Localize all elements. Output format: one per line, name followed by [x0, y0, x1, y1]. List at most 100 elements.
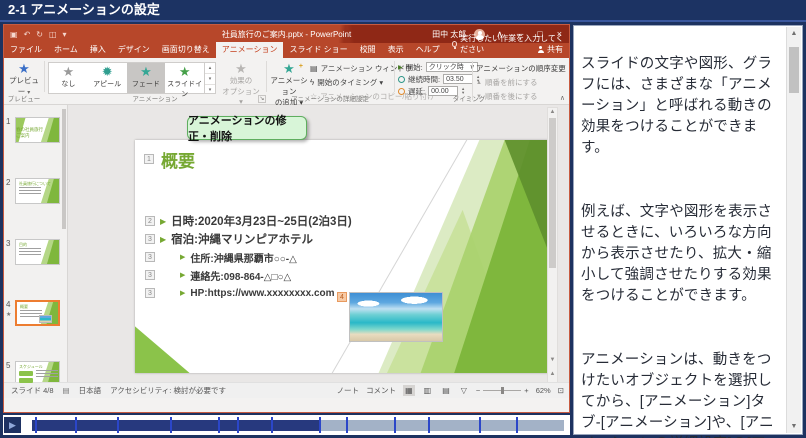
- player-track[interactable]: [32, 420, 564, 431]
- animation-order-tag[interactable]: 2: [145, 216, 155, 226]
- animation-style-icon: ✹: [88, 65, 127, 79]
- anim-appeal[interactable]: ✹ アピール: [88, 63, 127, 93]
- anim-none[interactable]: ★ なし: [49, 63, 88, 93]
- player-tick: [516, 417, 518, 433]
- player-tick: [346, 417, 348, 433]
- bullet-row[interactable]: 3 ▶ HP:https://www.xxxxxxxx.com: [145, 284, 352, 302]
- thumbnail-scrollbar[interactable]: [61, 105, 67, 398]
- bullet-row[interactable]: 3 ▶ 宿泊:沖縄マリンピアホテル: [145, 230, 352, 248]
- duration-label: 継続時間:: [408, 74, 440, 85]
- video-player-bar: ▶: [3, 415, 570, 435]
- duration-input[interactable]: 03.50: [443, 74, 473, 84]
- collapse-ribbon-button[interactable]: ∧: [560, 94, 565, 102]
- view-reading-button[interactable]: ▤: [440, 385, 452, 396]
- animation-gallery: ★ なし ✹ アピール ★ フェード ★ スライドイン ▴ ▾ ▾: [48, 62, 216, 94]
- view-slideshow-button[interactable]: ▽: [459, 385, 469, 396]
- scroll-up-icon[interactable]: ▲: [548, 109, 557, 115]
- zoom-track[interactable]: [483, 390, 521, 391]
- slide-thumbnail-1[interactable]: 1 ★ 春の社員旅行ご案内: [4, 117, 67, 178]
- animation-order-tag[interactable]: 3: [145, 252, 155, 262]
- status-bar: スライド 4/8 ▤ 日本語 アクセシビリティ: 検討が必要です ノート コメン…: [4, 382, 569, 398]
- duration-clock-icon: [398, 76, 405, 83]
- animation-order-tag[interactable]: 1: [144, 154, 154, 164]
- gallery-scroll-up[interactable]: ▴: [205, 63, 215, 73]
- start-icon: ▶: [398, 64, 403, 71]
- slide-body: 2 ▶ 日時:2020年3月23日~25日(2泊3日) 3 ▶ 宿泊:沖縄マリン…: [145, 212, 352, 302]
- powerpoint-window: ▣↶↻◫▾ 社員旅行のご案内.pptx - PowerPoint 田中 太郎 ∧…: [3, 24, 570, 413]
- animation-order-tag[interactable]: 3: [145, 234, 155, 244]
- gallery-scroll-down[interactable]: ▾: [205, 73, 215, 84]
- player-tick: [237, 417, 239, 433]
- mini-text-lines: [19, 187, 41, 196]
- slide-thumbnail-3[interactable]: 3 ★ 目的: [4, 239, 67, 300]
- notes-button[interactable]: ノート: [337, 385, 360, 396]
- beach-photo[interactable]: [349, 292, 443, 342]
- mini-slide-title: 春の社員旅行ご案内: [16, 127, 45, 139]
- view-sorter-button[interactable]: ▥: [422, 385, 434, 396]
- tab-view[interactable]: 表示: [382, 42, 410, 58]
- slide-scrollbar[interactable]: ▲ ▼ ▲ ▼: [547, 107, 558, 396]
- zoom-in-button[interactable]: +: [524, 386, 528, 395]
- fit-to-window-button[interactable]: ⊡: [558, 386, 564, 395]
- slide-number: 5: [6, 361, 10, 370]
- scroll-down-icon[interactable]: ▼: [787, 423, 801, 430]
- player-tick: [170, 417, 172, 433]
- player-tick: [218, 417, 220, 433]
- zoom-level[interactable]: 62%: [536, 386, 551, 395]
- tab-animations[interactable]: アニメーション: [216, 42, 284, 58]
- scrollbar-thumb[interactable]: [789, 47, 799, 93]
- tab-help[interactable]: ヘルプ: [410, 42, 446, 58]
- share-button[interactable]: 共有: [537, 44, 563, 55]
- tab-design[interactable]: デザイン: [112, 42, 156, 58]
- bullet-marker-icon: ▶: [180, 289, 185, 297]
- slide-title[interactable]: 概要: [161, 154, 195, 170]
- panel-scrollbar[interactable]: ▲ ▼: [786, 27, 801, 433]
- tab-file[interactable]: ファイル: [4, 42, 48, 58]
- tab-transitions[interactable]: 画面切り替え: [156, 42, 216, 58]
- add-animation-icon: ★: [270, 62, 308, 75]
- previous-slide-button[interactable]: ▲: [548, 371, 557, 377]
- scrollbar-thumb[interactable]: [549, 118, 556, 268]
- workspace: 1 ★ 春の社員旅行ご案内 2 ★ 社員旅行について: [4, 105, 569, 398]
- tab-review[interactable]: 校閲: [354, 42, 382, 58]
- play-button[interactable]: ▶: [4, 417, 21, 433]
- move-earlier-button[interactable]: ▲ 順番を前にする: [476, 77, 566, 88]
- player-tick: [35, 417, 37, 433]
- theme-icon: ▤: [63, 386, 70, 395]
- zoom-out-button[interactable]: −: [476, 386, 480, 395]
- person-icon: [537, 46, 544, 53]
- player-tick: [271, 417, 273, 433]
- bullet-row[interactable]: 2 ▶ 日時:2020年3月23日~25日(2泊3日): [145, 212, 352, 230]
- reorder-header: アニメーションの順序変更: [476, 63, 566, 74]
- view-normal-button[interactable]: ▦: [403, 385, 415, 396]
- animation-star-icon: ★: [6, 311, 11, 318]
- tab-slideshow[interactable]: スライド ショー: [283, 42, 353, 58]
- anim-fade[interactable]: ★ フェード: [127, 63, 166, 93]
- preview-button[interactable]: ★ プレビュー ▾: [8, 62, 40, 97]
- slide-thumbnail-2[interactable]: 2 ★ 社員旅行について: [4, 178, 67, 239]
- animation-order-tag[interactable]: 3: [145, 288, 155, 298]
- animation-order-tag-selected[interactable]: 4: [337, 292, 347, 302]
- slide-thumbnail-4[interactable]: 4 ★ 概要: [4, 300, 67, 361]
- slide-miniature: 社員旅行について: [15, 178, 60, 204]
- animation-order-tag[interactable]: 3: [145, 270, 155, 280]
- bullet-row[interactable]: 3 ▶ 連絡先:098-864-△□○△: [145, 266, 352, 284]
- tab-insert[interactable]: 挿入: [84, 42, 112, 58]
- zoom-knob[interactable]: [501, 387, 504, 394]
- comments-button[interactable]: コメント: [366, 385, 396, 396]
- slide[interactable]: 1 概要 2 ▶ 日時:2020年3月23日~25日(2泊3日) 3 ▶ 宿泊:…: [135, 140, 555, 373]
- scroll-up-icon[interactable]: ▲: [787, 30, 801, 37]
- ribbon: ★ プレビュー ▾ ★ なし ✹ アピール ★ フェード ★ スライドイン: [4, 58, 569, 105]
- start-label: 開始:: [406, 62, 423, 73]
- zoom-slider[interactable]: − +: [476, 386, 529, 395]
- start-select[interactable]: クリック時 ∨: [426, 62, 478, 72]
- bullet-row[interactable]: 3 ▶ 住所:沖縄県那覇市○○-△: [145, 248, 352, 266]
- slide-indicator: スライド 4/8: [11, 385, 54, 396]
- scroll-down-icon[interactable]: ▼: [548, 357, 557, 363]
- timing-group: ▶ 開始: クリック時 ∨ 継続時間: 03.50 ▲▼ 遅延: 00.: [398, 62, 480, 96]
- language-indicator[interactable]: 日本語: [79, 385, 102, 396]
- tab-home[interactable]: ホーム: [48, 42, 84, 58]
- bullet-marker-icon: ▶: [160, 217, 166, 226]
- anim-slidein[interactable]: ★ スライドイン: [165, 63, 204, 93]
- accessibility-status[interactable]: アクセシビリティ: 検討が必要です: [110, 385, 226, 396]
